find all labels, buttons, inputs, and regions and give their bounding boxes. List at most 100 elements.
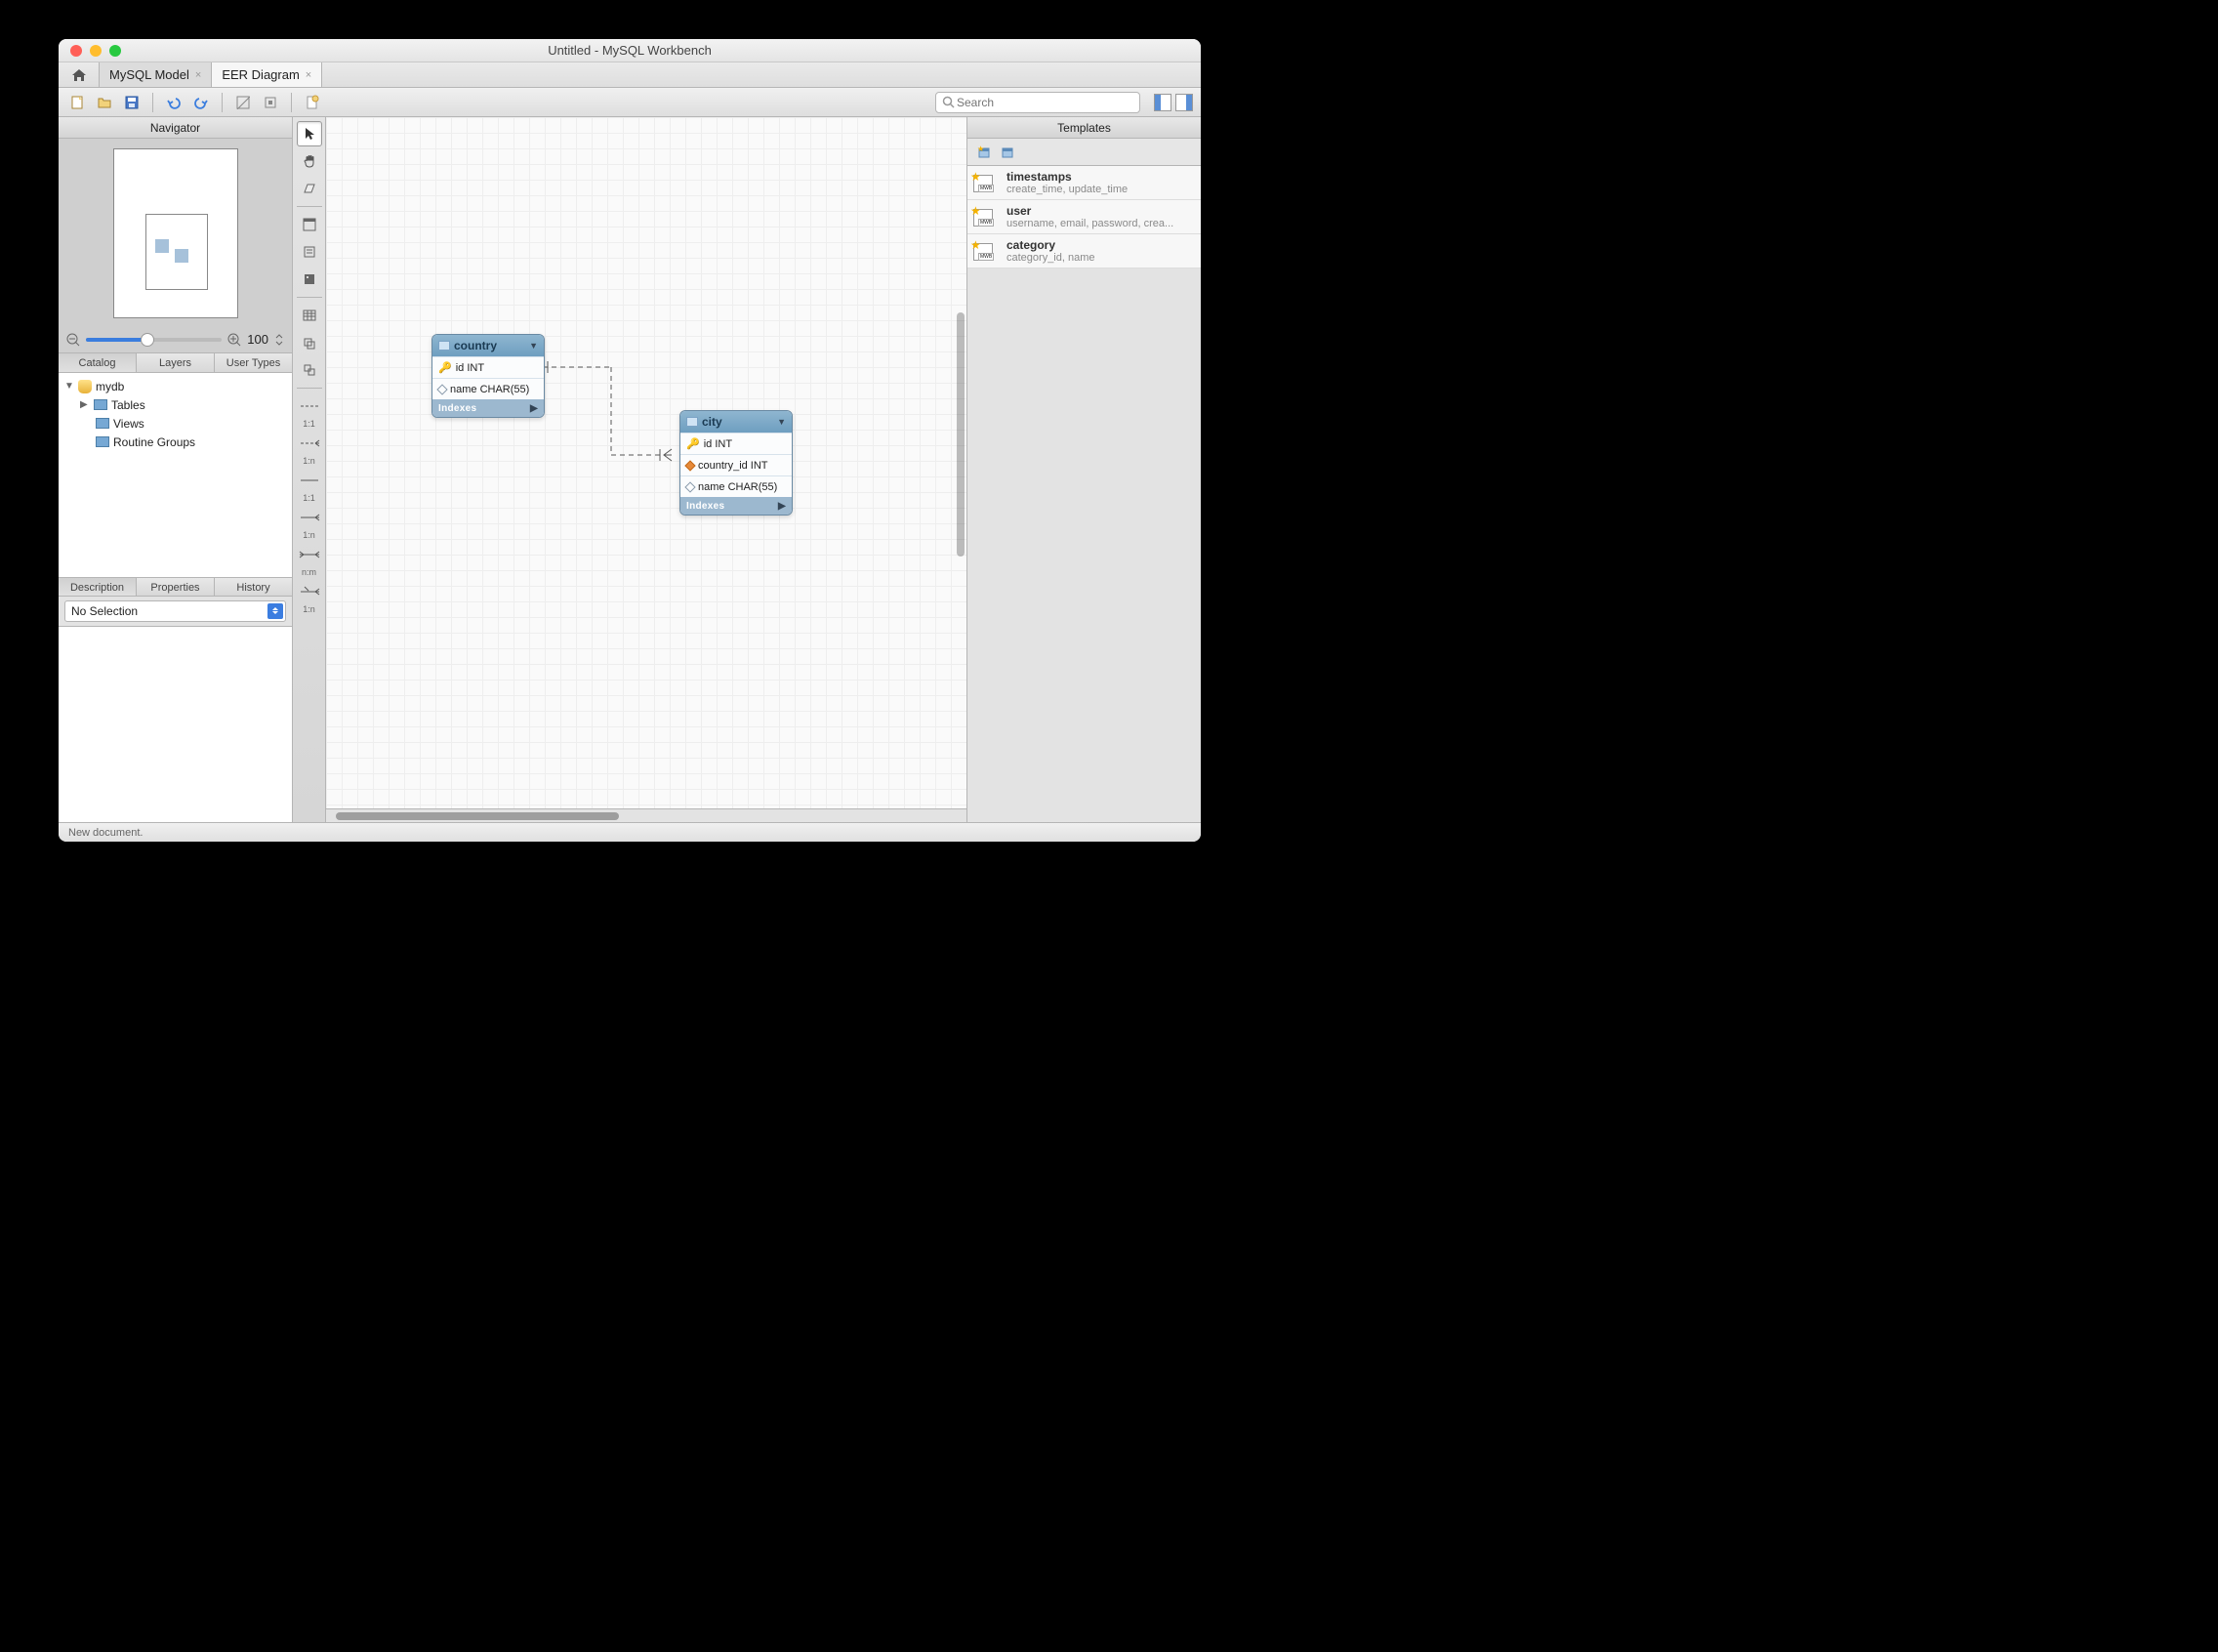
tool-rel-1-n-nonident[interactable] <box>297 431 322 456</box>
disclosure-icon[interactable]: ▶ <box>80 399 90 410</box>
close-icon[interactable]: × <box>195 69 201 81</box>
tool-rel-1-n-pick[interactable] <box>297 579 322 604</box>
tool-routine-group[interactable] <box>297 357 322 383</box>
grid-toggle-button[interactable] <box>232 92 254 113</box>
disclosure-icon[interactable]: ▼ <box>64 381 74 392</box>
template-item[interactable]: MWB userusername, email, password, crea.… <box>967 200 1201 234</box>
tab-history[interactable]: History <box>215 578 292 596</box>
entity-header[interactable]: city ▼ <box>680 411 792 433</box>
minimap-page <box>113 148 238 318</box>
minimap[interactable] <box>59 139 292 328</box>
column-label: name CHAR(55) <box>698 481 777 493</box>
toggle-left-panel-button[interactable] <box>1154 94 1171 111</box>
rel-label: 1:n <box>303 604 315 614</box>
template-add-button[interactable]: ★ <box>973 142 995 163</box>
tab-layers[interactable]: Layers <box>137 353 215 372</box>
indexes-bar[interactable]: Indexes▶ <box>432 399 544 417</box>
column-row[interactable]: 🔑id INT <box>432 356 544 378</box>
undo-button[interactable] <box>163 92 185 113</box>
tab-eer-diagram[interactable]: EER Diagram × <box>212 62 322 87</box>
templates-header: Templates <box>967 117 1201 139</box>
search-field[interactable] <box>955 95 1133 110</box>
tab-description[interactable]: Description <box>59 578 137 596</box>
tab-user-types[interactable]: User Types <box>215 353 292 372</box>
scrollbar-thumb[interactable] <box>336 812 619 820</box>
search-input[interactable] <box>935 92 1140 113</box>
column-row[interactable]: country_id INT <box>680 454 792 475</box>
tool-view[interactable] <box>297 330 322 355</box>
template-item[interactable]: MWB categorycategory_id, name <box>967 234 1201 268</box>
tool-layer[interactable] <box>297 212 322 237</box>
tab-properties[interactable]: Properties <box>137 578 215 596</box>
close-window-button[interactable] <box>70 45 82 57</box>
rel-icon <box>299 586 320 598</box>
open-file-button[interactable] <box>94 92 115 113</box>
indexes-bar[interactable]: Indexes▶ <box>680 497 792 515</box>
tool-pointer[interactable] <box>297 121 322 146</box>
column-row[interactable]: 🔑id INT <box>680 433 792 454</box>
note-icon <box>303 245 316 259</box>
rel-label: n:m <box>302 567 316 577</box>
tab-label: MySQL Model <box>109 67 189 82</box>
tool-note[interactable] <box>297 239 322 265</box>
new-doc-button[interactable] <box>302 92 323 113</box>
tree-views-node[interactable]: Views <box>59 414 292 433</box>
views-icon <box>96 418 109 429</box>
save-button[interactable] <box>121 92 143 113</box>
chevron-down-icon[interactable]: ▼ <box>529 341 538 351</box>
align-button[interactable] <box>260 92 281 113</box>
open-folder-icon <box>97 95 112 110</box>
tree-routine-groups-node[interactable]: Routine Groups <box>59 433 292 451</box>
tool-rel-1-n-ident[interactable] <box>297 505 322 530</box>
template-insert-button[interactable] <box>997 142 1018 163</box>
entity-city[interactable]: city ▼ 🔑id INT country_id INT name CHAR(… <box>679 410 793 516</box>
horizontal-scrollbar[interactable] <box>326 808 966 822</box>
new-file-button[interactable] <box>66 92 88 113</box>
toggle-right-panel-button[interactable] <box>1175 94 1193 111</box>
redo-button[interactable] <box>190 92 212 113</box>
separator <box>222 93 223 112</box>
template-item[interactable]: MWB timestampscreate_time, update_time <box>967 166 1201 200</box>
column-row[interactable]: name CHAR(55) <box>432 378 544 399</box>
column-row[interactable]: name CHAR(55) <box>680 475 792 497</box>
chevron-down-icon[interactable]: ▼ <box>777 417 786 427</box>
home-tab[interactable] <box>59 62 100 87</box>
entity-header[interactable]: country ▼ <box>432 335 544 356</box>
tool-hand[interactable] <box>297 148 322 174</box>
zoom-out-icon[interactable] <box>66 333 80 347</box>
entity-country[interactable]: country ▼ 🔑id INT name CHAR(55) Indexes▶ <box>431 334 545 418</box>
tool-rel-1-1-nonident[interactable] <box>297 393 322 419</box>
tool-eraser[interactable] <box>297 176 322 201</box>
close-icon[interactable]: × <box>306 69 311 81</box>
selection-dropdown[interactable]: No Selection <box>64 600 286 622</box>
rel-label: 1:1 <box>303 419 315 429</box>
pointer-icon <box>304 127 315 141</box>
vertical-scrollbar[interactable] <box>957 312 965 557</box>
tool-image[interactable] <box>297 267 322 292</box>
tree-tables-node[interactable]: ▶Tables <box>59 395 292 414</box>
canvas-wrap: country ▼ 🔑id INT name CHAR(55) Indexes▶… <box>326 117 966 822</box>
zoom-slider[interactable] <box>86 338 222 342</box>
zoom-stepper-icon[interactable] <box>274 333 284 347</box>
zoom-in-icon[interactable] <box>227 333 241 347</box>
node-label: Views <box>113 417 144 431</box>
titlebar: Untitled - MySQL Workbench <box>59 39 1201 62</box>
node-label: Routine Groups <box>113 435 195 449</box>
entity-name: city <box>702 415 722 429</box>
tool-rel-n-m[interactable] <box>297 542 322 567</box>
chevron-right-icon: ▶ <box>778 501 786 512</box>
tool-rel-1-1-ident[interactable] <box>297 468 322 493</box>
slider-knob[interactable] <box>141 333 154 347</box>
fullscreen-window-button[interactable] <box>109 45 121 57</box>
tab-catalog[interactable]: Catalog <box>59 353 137 372</box>
tool-table[interactable] <box>297 303 322 328</box>
tab-mysql-model[interactable]: MySQL Model × <box>100 62 212 87</box>
tables-icon <box>94 399 107 410</box>
diagram-canvas[interactable]: country ▼ 🔑id INT name CHAR(55) Indexes▶… <box>326 117 966 808</box>
tree-schema-node[interactable]: ▼mydb <box>59 377 292 395</box>
image-icon <box>303 272 316 286</box>
vertical-toolbar: 1:1 1:n 1:1 1:n n:m 1:n <box>293 117 326 822</box>
template-name: category <box>1006 238 1095 252</box>
catalog-tree[interactable]: ▼mydb ▶Tables Views Routine Groups <box>59 373 292 577</box>
minimize-window-button[interactable] <box>90 45 102 57</box>
